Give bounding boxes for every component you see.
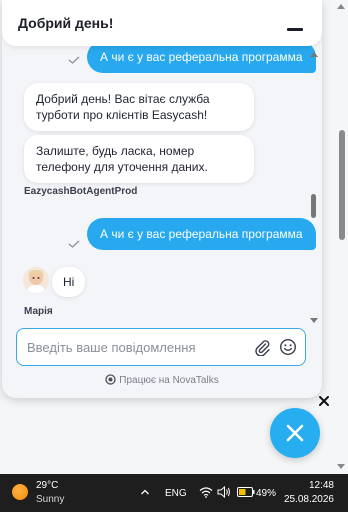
close-icon[interactable] — [318, 395, 330, 407]
attach-icon[interactable] — [253, 338, 271, 356]
chat-scrollbar[interactable] — [310, 48, 318, 326]
wifi-icon[interactable] — [199, 486, 213, 498]
clock-time[interactable]: 12:48 — [309, 480, 334, 491]
language-indicator[interactable]: ENG — [165, 488, 187, 499]
bot-message-text: Добрий день! Вас вітає служба турботи пр… — [36, 92, 210, 122]
check-icon — [68, 56, 80, 64]
user-message-text: А чи є у вас реферальна программа — [100, 227, 303, 241]
chat-scroll-down-arrow[interactable] — [310, 318, 318, 323]
check-icon — [68, 240, 80, 248]
page-scroll-down-arrow[interactable] — [337, 464, 345, 469]
agent-sender-name: Марія — [24, 306, 53, 317]
agent-message-bubble: Hi — [52, 267, 86, 297]
page-scrollbar[interactable] — [334, 0, 348, 474]
novatalks-logo-icon — [105, 374, 116, 385]
message-input-box — [16, 328, 306, 366]
clock-date[interactable]: 25.08.2026 — [284, 494, 334, 505]
chat-widget: А чи є у вас реферальна программа Добрий… — [2, 0, 322, 398]
weather-sun-icon[interactable] — [12, 484, 28, 500]
battery-icon[interactable] — [237, 487, 255, 497]
chat-toggle-button[interactable] — [270, 408, 320, 458]
weather-temperature[interactable]: 29°C — [36, 480, 58, 491]
page-scroll-thumb[interactable] — [339, 130, 345, 240]
page-scroll-up-arrow[interactable] — [337, 4, 345, 9]
user-message-bubble: А чи є у вас реферальна программа — [87, 218, 316, 250]
agent-avatar-image — [23, 267, 49, 293]
bot-message-bubble: Залиште, будь ласка, номер телефону для … — [24, 135, 254, 183]
chat-title: Добрий день! — [18, 15, 114, 31]
emoji-icon[interactable] — [279, 338, 297, 356]
user-message-text: А чи є у вас реферальна программа — [100, 50, 303, 64]
weather-description[interactable]: Sunny — [36, 494, 64, 505]
taskbar: 29°C Sunny ENG 49% 12:48 25.08.2026 — [0, 474, 348, 512]
chat-header: Добрий день! — [2, 0, 322, 46]
chat-scroll-thumb[interactable] — [311, 194, 316, 218]
agent-avatar — [23, 267, 49, 293]
battery-percent[interactable]: 49% — [256, 488, 276, 499]
bot-message-bubble: Добрий день! Вас вітає служба турботи пр… — [24, 83, 254, 131]
powered-by-text: Працює на NovaTalks — [119, 375, 219, 386]
powered-by[interactable]: Працює на NovaTalks — [2, 374, 322, 390]
bot-sender-name: EazycashBotAgentProd — [24, 186, 138, 197]
chat-close-icon — [286, 424, 304, 442]
chevron-up-icon[interactable] — [140, 487, 150, 497]
chat-scroll-up-arrow[interactable] — [310, 52, 318, 57]
volume-icon[interactable] — [217, 486, 231, 498]
message-input[interactable] — [27, 338, 247, 356]
bot-message-text: Залиште, будь ласка, номер телефону для … — [36, 144, 208, 174]
agent-message-text: Hi — [63, 275, 75, 289]
minimize-icon[interactable] — [284, 16, 306, 34]
message-list: А чи є у вас реферальна программа Добрий… — [2, 0, 322, 322]
